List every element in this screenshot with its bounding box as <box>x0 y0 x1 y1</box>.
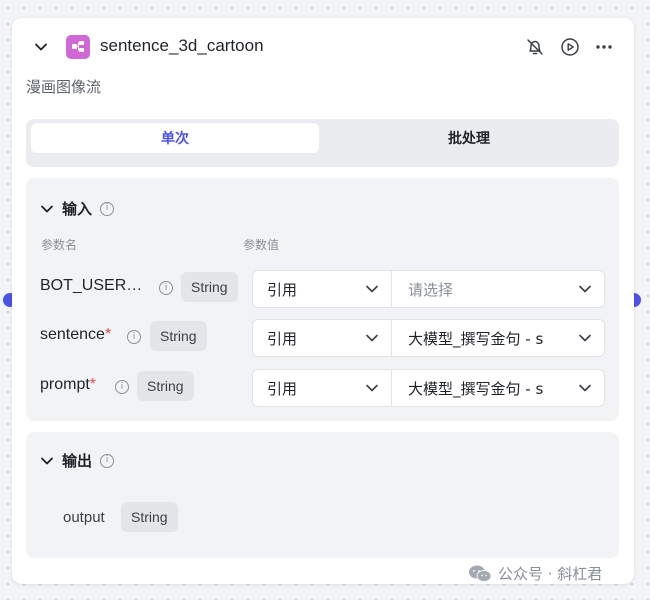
mode-tabs: 单次 批处理 <box>26 119 619 167</box>
ref-value-select[interactable]: 请选择 <box>392 271 604 307</box>
tab-batch[interactable]: 批处理 <box>325 123 613 153</box>
type-badge: String <box>150 321 207 351</box>
param-value-selector: 引用 请选择 <box>252 270 605 308</box>
param-row: prompt* i String 引用 大模型_撰写金句 - s <box>26 368 619 408</box>
output-section-title: 输出 <box>62 452 93 470</box>
info-icon[interactable]: i <box>127 330 141 344</box>
ref-value-select[interactable]: 大模型_撰写金句 - s <box>392 320 604 356</box>
param-row: sentence* i String 引用 大模型_撰写金句 - s <box>26 318 619 358</box>
watermark: 公众号 · 斜杠君 <box>468 563 602 584</box>
param-row: BOT_USER… i String 引用 请选择 <box>26 269 619 309</box>
info-icon[interactable]: i <box>115 380 129 394</box>
collapse-chevron-icon[interactable] <box>32 38 50 56</box>
ref-value-select[interactable]: 大模型_撰写金句 - s <box>392 370 604 406</box>
node-title: sentence_3d_cartoon <box>100 36 264 55</box>
chevron-down-icon <box>366 285 378 293</box>
ref-type-select[interactable]: 引用 <box>253 271 392 307</box>
wechat-icon <box>469 565 492 582</box>
ref-type-select[interactable]: 引用 <box>253 370 392 406</box>
output-name: output <box>63 509 105 526</box>
chevron-down-icon <box>366 384 378 392</box>
input-section-header[interactable]: 输入 i <box>40 198 115 219</box>
chevron-down-icon <box>579 285 591 293</box>
type-badge: String <box>121 502 178 532</box>
info-icon[interactable]: i <box>100 201 115 216</box>
input-section: 输入 i 参数名 参数值 BOT_USER… i String 引用 请选择 s… <box>26 178 619 421</box>
node-description: 漫画图像流 <box>26 78 102 96</box>
chevron-down-icon <box>579 384 591 392</box>
column-header-name: 参数名 <box>41 238 78 252</box>
collapse-chevron-icon <box>41 457 53 464</box>
bell-off-icon[interactable] <box>524 36 546 58</box>
info-icon[interactable]: i <box>100 453 115 468</box>
param-name: sentence* <box>40 326 112 343</box>
info-icon[interactable]: i <box>159 281 173 295</box>
play-circle-icon[interactable] <box>559 36 581 58</box>
param-name: BOT_USER… <box>40 277 143 294</box>
param-value-selector: 引用 大模型_撰写金句 - s <box>252 319 605 357</box>
type-badge: String <box>181 272 238 302</box>
watermark-text: 公众号 · 斜杠君 <box>498 565 603 583</box>
input-section-title: 输入 <box>62 200 93 218</box>
chevron-down-icon <box>579 334 591 342</box>
workflow-node-icon <box>66 35 90 59</box>
node-header: sentence_3d_cartoon <box>12 18 634 76</box>
workflow-node-card: sentence_3d_cartoon 漫画图像流 单次 批处理 输入 i 参数… <box>12 18 634 584</box>
column-header-value: 参数值 <box>243 238 280 252</box>
collapse-chevron-icon <box>41 205 53 212</box>
param-name: prompt* <box>40 376 97 393</box>
output-section-header[interactable]: 输出 i <box>40 450 115 471</box>
type-badge: String <box>137 371 194 401</box>
chevron-down-icon <box>366 334 378 342</box>
more-icon[interactable] <box>593 36 615 58</box>
tab-single[interactable]: 单次 <box>31 123 319 153</box>
param-value-selector: 引用 大模型_撰写金句 - s <box>252 369 605 407</box>
output-section: 输出 i output String <box>26 432 619 558</box>
ref-type-select[interactable]: 引用 <box>253 320 392 356</box>
